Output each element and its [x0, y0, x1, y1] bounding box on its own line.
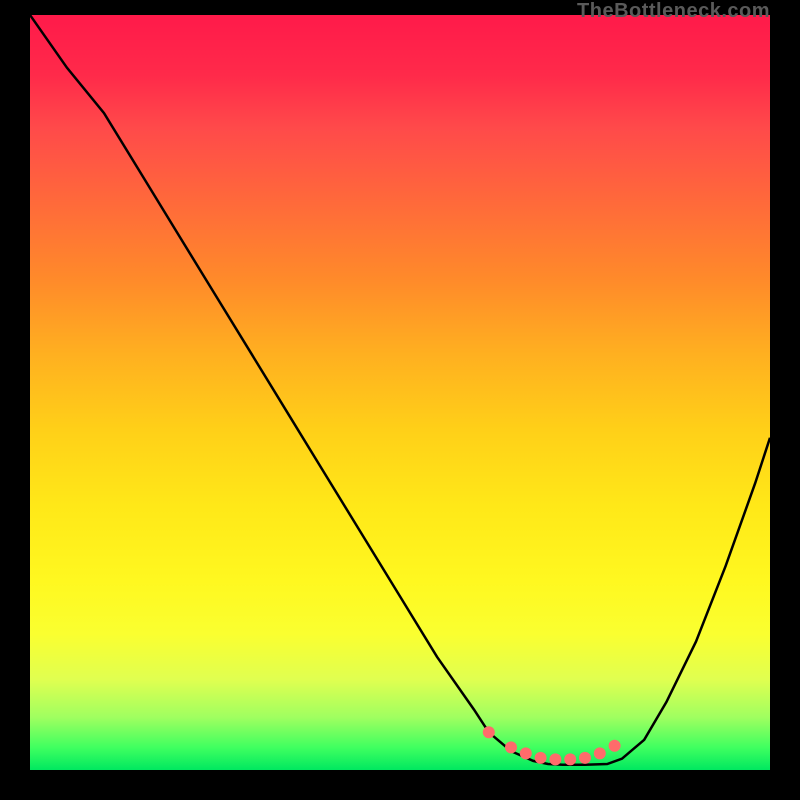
- chart-container: TheBottleneck.com: [0, 0, 800, 800]
- trough-marker: [520, 747, 532, 759]
- plot-svg: [30, 15, 770, 770]
- trough-marker: [535, 752, 547, 764]
- trough-marker: [505, 741, 517, 753]
- trough-marker: [594, 747, 606, 759]
- trough-marker: [483, 726, 495, 738]
- main-curve: [30, 15, 770, 765]
- trough-marker: [564, 753, 576, 765]
- trough-marker: [579, 752, 591, 764]
- trough-marker: [549, 753, 561, 765]
- watermark-text: TheBottleneck.com: [577, 0, 770, 23]
- trough-marker: [609, 740, 621, 752]
